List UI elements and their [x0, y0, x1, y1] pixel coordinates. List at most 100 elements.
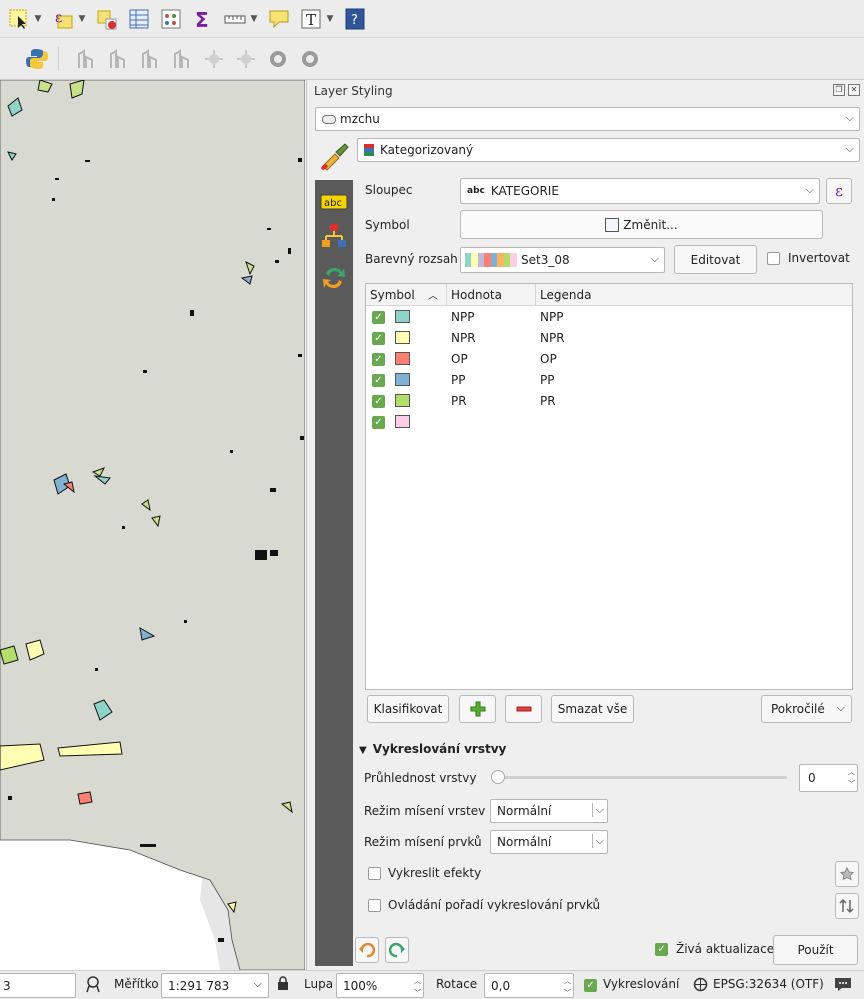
feature-order-checkbox[interactable] — [368, 899, 381, 912]
undo-button[interactable] — [355, 937, 379, 963]
statistics-icon[interactable]: Σ — [190, 6, 216, 32]
symbol-column-header[interactable]: Symbol — [370, 288, 415, 302]
table-row[interactable]: ✓ NPP NPP — [366, 307, 852, 328]
opacity-slider-track[interactable] — [497, 776, 787, 779]
category-legend: NPP — [540, 310, 564, 324]
coordinate-field[interactable]: 3 — [0, 973, 76, 998]
labels-tab-icon[interactable]: abc — [320, 188, 348, 216]
category-checkbox[interactable]: ✓ — [372, 395, 385, 408]
apply-button[interactable]: Použít — [773, 935, 858, 965]
feature-blend-label: Režim mísení prvků — [364, 835, 482, 849]
category-swatch[interactable] — [395, 373, 410, 386]
category-swatch[interactable] — [395, 394, 410, 407]
rotation-spinbox[interactable]: 0,0 ︿ ﹀ — [484, 973, 574, 998]
string-field-icon: abc — [467, 186, 485, 196]
feature-blend-combo[interactable]: Normální ⌵ — [490, 830, 608, 854]
table-row[interactable]: ✓ NPR NPR — [366, 328, 852, 349]
remove-category-button[interactable] — [505, 695, 542, 723]
render-checkbox[interactable]: ✓ — [584, 979, 597, 992]
lock-icon[interactable] — [277, 976, 289, 994]
expression-select-icon[interactable]: ε — [50, 6, 76, 32]
float-dock-icon[interactable]: ❐ — [833, 84, 845, 96]
redo-button[interactable] — [385, 937, 409, 963]
opacity-slider-handle[interactable] — [491, 770, 505, 784]
column-combo[interactable]: abc KATEGORIE ⌵ — [460, 178, 820, 204]
change-symbol-button[interactable]: Změnit... — [460, 210, 823, 239]
scale-lock-icon[interactable] — [85, 975, 101, 996]
categorized-renderer-icon — [364, 144, 374, 156]
digitize-tool-icon[interactable] — [169, 46, 195, 72]
svg-text:?: ? — [351, 13, 358, 28]
legend-column-header[interactable]: Legenda — [540, 288, 591, 302]
table-row[interactable]: ✓ — [366, 412, 852, 433]
digitize-tool-icon[interactable] — [105, 46, 131, 72]
digitize-tool-icon[interactable] — [265, 46, 291, 72]
polygon-layer-icon — [322, 114, 336, 124]
scale-combo[interactable]: 1:291 783 ⌵ — [161, 973, 269, 998]
edit-ramp-button[interactable]: Editovat — [674, 245, 757, 274]
layer-combo[interactable]: mzchu ⌵ — [315, 107, 860, 131]
category-checkbox[interactable]: ✓ — [372, 332, 385, 345]
layer-blend-combo[interactable]: Normální ⌵ — [490, 799, 608, 823]
digitize-tool-icon[interactable] — [297, 46, 323, 72]
advanced-button-label: Pokročilé — [771, 702, 825, 716]
chevron-down-icon[interactable]: ▼ — [76, 6, 88, 32]
spin-arrows-icon[interactable]: ︿ ﹀ — [848, 766, 855, 790]
delete-all-button[interactable]: Smazat vše — [551, 695, 634, 723]
table-row[interactable]: ✓ PR PR — [366, 391, 852, 412]
close-icon[interactable]: ✕ — [848, 84, 860, 96]
category-swatch[interactable] — [395, 331, 410, 344]
measure-icon[interactable] — [222, 6, 248, 32]
category-checkbox[interactable]: ✓ — [372, 374, 385, 387]
add-category-button[interactable] — [459, 695, 496, 723]
order-settings-button[interactable] — [835, 893, 859, 919]
renderer-combo-value: Kategorizovaný — [380, 143, 474, 157]
rendering-section-header[interactable]: ▼ Vykreslování vrstvy — [359, 742, 506, 756]
feature-order-label: Ovládání pořadí vykreslování prvků — [388, 898, 601, 912]
help-icon[interactable]: ? — [342, 6, 368, 32]
spin-arrows-icon[interactable]: ︿ ﹀ — [564, 975, 571, 999]
category-swatch[interactable] — [395, 415, 410, 428]
digitize-tool-icon[interactable] — [201, 46, 227, 72]
attribute-table-icon[interactable] — [126, 6, 152, 32]
category-checkbox[interactable]: ✓ — [372, 416, 385, 429]
table-row[interactable]: ✓ OP OP — [366, 349, 852, 370]
select-feature-icon[interactable] — [6, 6, 32, 32]
history-tab-icon[interactable] — [320, 264, 348, 292]
spin-arrows-icon[interactable]: ︿ ﹀ — [414, 975, 421, 999]
classify-button[interactable]: Klasifikovat — [367, 695, 449, 723]
globe-icon[interactable] — [693, 977, 708, 995]
color-ramp-combo[interactable]: Set3_08 ⌵ — [460, 247, 665, 273]
python-icon[interactable] — [24, 46, 50, 72]
map-canvas[interactable] — [0, 80, 305, 970]
category-swatch[interactable] — [395, 352, 410, 365]
category-checkbox[interactable]: ✓ — [372, 311, 385, 324]
advanced-button[interactable]: Pokročilé ⌵ — [761, 695, 852, 723]
map-tips-icon[interactable] — [266, 6, 292, 32]
chevron-down-icon[interactable]: ▼ — [248, 6, 260, 32]
text-annotation-icon[interactable]: T — [298, 6, 324, 32]
digitize-tool-icon[interactable] — [73, 46, 99, 72]
invert-checkbox[interactable] — [767, 252, 780, 265]
table-row[interactable]: ✓ PP PP — [366, 370, 852, 391]
category-checkbox[interactable]: ✓ — [372, 353, 385, 366]
effects-settings-button[interactable] — [835, 861, 859, 887]
chevron-down-icon[interactable]: ▼ — [324, 6, 336, 32]
draw-effects-checkbox[interactable] — [368, 867, 381, 880]
opacity-spinbox[interactable]: 0 ︿ ﹀ — [799, 764, 858, 792]
digitize-tool-icon[interactable] — [233, 46, 259, 72]
crs-label[interactable]: EPSG:32634 (OTF) — [713, 977, 824, 991]
category-swatch[interactable] — [395, 310, 410, 323]
renderer-combo[interactable]: Kategorizovaný ⌵ — [357, 138, 860, 162]
categories-table[interactable]: Symbol ︿ Hodnota Legenda ✓ NPP NPP ✓ NPR… — [365, 283, 853, 690]
value-column-header[interactable]: Hodnota — [451, 288, 502, 302]
digitize-tool-icon[interactable] — [137, 46, 163, 72]
deselect-icon[interactable] — [94, 6, 120, 32]
chevron-down-icon[interactable]: ▼ — [32, 6, 44, 32]
diagram-tab-icon[interactable] — [320, 222, 348, 250]
expression-button[interactable]: ε — [826, 178, 852, 204]
field-calculator-icon[interactable] — [158, 6, 184, 32]
messages-icon[interactable] — [834, 976, 852, 995]
live-update-checkbox[interactable]: ✓ — [655, 943, 668, 956]
magnifier-spinbox[interactable]: 100% ︿ ﹀ — [336, 973, 424, 998]
